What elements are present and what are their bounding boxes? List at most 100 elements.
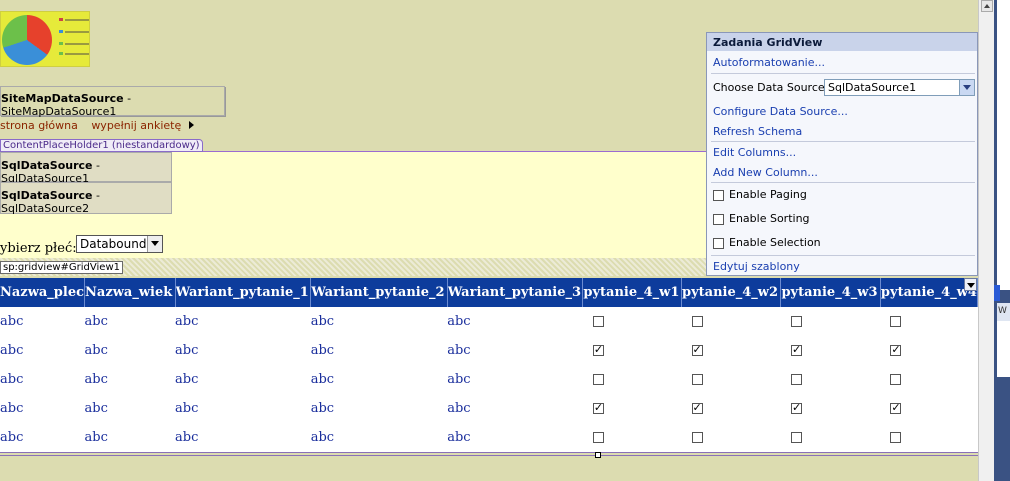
enable-paging-checkbox[interactable]	[713, 189, 724, 201]
table-row: abc abc abc abc abc	[0, 336, 978, 365]
grid-cell: abc	[310, 343, 335, 358]
grid-checkbox[interactable]	[890, 343, 902, 356]
edit-templates-link[interactable]: Edytuj szablony	[713, 260, 800, 273]
grid-checkbox-cell	[682, 394, 781, 423]
configure-datasource-link[interactable]: Configure Data Source...	[713, 105, 848, 118]
grid-checkbox-cell	[583, 307, 682, 336]
grid-column-header[interactable]: pytanie_4_w3	[780, 278, 881, 307]
design-surface: SiteMapDataSource - SiteMapDataSource1 s…	[0, 0, 978, 481]
grid-border	[0, 455, 978, 456]
enable-paging-label: Enable Paging	[729, 188, 807, 201]
choose-datasource-label: Choose Data Source:	[713, 81, 829, 94]
table-row: abc abc abc abc abc	[0, 423, 978, 452]
grid-checkbox-cell	[781, 423, 880, 452]
gender-label: ybierz płeć:	[0, 241, 77, 256]
grid-checkbox[interactable]	[790, 401, 802, 414]
enable-selection-checkbox[interactable]	[713, 237, 724, 249]
refresh-schema-link[interactable]: Refresh Schema	[713, 125, 802, 138]
grid-cell: abc	[310, 401, 335, 416]
grid-checkbox[interactable]	[592, 343, 604, 356]
table-row: abc abc abc abc abc	[0, 365, 978, 394]
gender-dropdown-value: Databound	[80, 237, 147, 251]
pane-splitter[interactable]	[994, 285, 1000, 301]
enable-selection-option[interactable]: Enable Selection	[713, 236, 821, 249]
edit-columns-link[interactable]: Edit Columns...	[713, 146, 796, 159]
menu-item-home[interactable]: strona główna	[0, 119, 78, 132]
grid-cell: abc	[447, 343, 471, 358]
grid-checkbox[interactable]	[790, 432, 802, 443]
grid-checkbox[interactable]	[890, 374, 902, 385]
enable-sorting-checkbox[interactable]	[713, 213, 724, 225]
grid-cell: abc	[310, 372, 335, 387]
sitemap-datasource-control[interactable]: SiteMapDataSource - SiteMapDataSource1	[0, 86, 225, 118]
grid-checkbox[interactable]	[890, 401, 902, 414]
menu-item-survey[interactable]: wypełnij ankietę	[91, 119, 181, 132]
separator	[711, 255, 975, 256]
grid-column-header[interactable]: pytanie_4_w4	[880, 278, 978, 307]
content-placeholder-tab[interactable]: ContentPlaceHolder1 (niestandardowy)	[0, 139, 203, 152]
grid-cell: abc	[84, 372, 108, 387]
grid-cell: abc	[310, 314, 335, 329]
grid-checkbox-cell	[781, 336, 880, 365]
grid-column-header[interactable]: Wariant_pytanie_2	[310, 278, 448, 307]
grid-checkbox[interactable]	[592, 374, 604, 385]
grid-checkbox[interactable]	[890, 316, 902, 327]
grid-cell: abc	[84, 343, 108, 358]
grid-checkbox[interactable]	[790, 316, 802, 327]
separator	[711, 182, 975, 183]
enable-paging-option[interactable]: Enable Paging	[713, 188, 807, 201]
grid-checkbox[interactable]	[691, 432, 703, 443]
chevron-down-icon[interactable]	[959, 80, 974, 95]
solution-explorer-pane	[997, 0, 1010, 290]
grid-cell: abc	[0, 372, 24, 387]
grid-checkbox[interactable]	[691, 316, 703, 327]
legend-swatch	[59, 52, 63, 55]
add-column-link[interactable]: Add New Column...	[713, 166, 818, 179]
smart-tag-toggle-button[interactable]	[964, 278, 977, 291]
gridview-table[interactable]: Nazwa_plec Nazwa_wiek Wariant_pytanie_1 War…	[0, 278, 978, 453]
legend-line	[65, 19, 89, 21]
submenu-arrow-icon[interactable]	[188, 121, 194, 129]
grid-checkbox[interactable]	[592, 316, 604, 327]
resize-handle[interactable]	[595, 452, 601, 458]
grid-checkbox-cell	[583, 394, 682, 423]
chevron-down-icon[interactable]	[147, 236, 162, 252]
grid-column-header[interactable]: Nazwa_plec	[0, 278, 86, 307]
vertical-scrollbar[interactable]	[978, 0, 994, 481]
enable-sorting-option[interactable]: Enable Sorting	[713, 212, 810, 225]
scroll-up-arrow-icon[interactable]	[981, 0, 993, 12]
sql-datasource-2[interactable]: SqlDataSource - SqlDataSource2	[0, 182, 172, 215]
grid-checkbox-cell	[781, 365, 880, 394]
grid-column-header[interactable]: pytanie_4_w2	[681, 278, 782, 307]
grid-checkbox-cell	[781, 394, 880, 423]
grid-checkbox[interactable]	[691, 343, 703, 356]
grid-checkbox[interactable]	[592, 401, 604, 414]
sql-datasource-1[interactable]: SqlDataSource - SqlDataSource1	[0, 152, 172, 185]
datasource-select[interactable]: SqlDataSource1	[824, 79, 975, 96]
gender-dropdown[interactable]: Databound	[76, 235, 163, 253]
grid-checkbox-cell	[880, 307, 977, 336]
grid-checkbox[interactable]	[890, 432, 902, 443]
grid-checkbox[interactable]	[691, 401, 703, 414]
legend-swatch	[59, 18, 63, 21]
autoformat-link[interactable]: Autoformatowanie...	[713, 56, 825, 69]
grid-checkbox[interactable]	[790, 343, 802, 356]
gridview-tag[interactable]: sp:gridview#GridView1	[0, 261, 123, 274]
grid-checkbox[interactable]	[592, 432, 604, 443]
grid-checkbox[interactable]	[790, 374, 802, 385]
pie-graphic	[2, 15, 52, 65]
grid-column-header[interactable]: Wariant_pytanie_3	[447, 278, 584, 307]
grid-checkbox-cell	[583, 423, 682, 452]
grid-checkbox[interactable]	[691, 374, 703, 385]
grid-cell: abc	[0, 401, 24, 416]
grid-checkbox-cell	[583, 336, 682, 365]
legend-swatch	[59, 30, 63, 33]
grid-column-header[interactable]: Nazwa_wiek	[84, 278, 176, 307]
grid-border	[0, 452, 978, 453]
gridview-tasks-panel: Zadania GridView Autoformatowanie... Cho…	[706, 32, 978, 276]
grid-column-header[interactable]: pytanie_4_w1	[582, 278, 683, 307]
grid-checkbox-cell	[682, 365, 781, 394]
grid-column-header[interactable]: Wariant_pytanie_1	[175, 278, 312, 307]
separator	[711, 141, 975, 142]
grid-checkbox-cell	[880, 365, 977, 394]
